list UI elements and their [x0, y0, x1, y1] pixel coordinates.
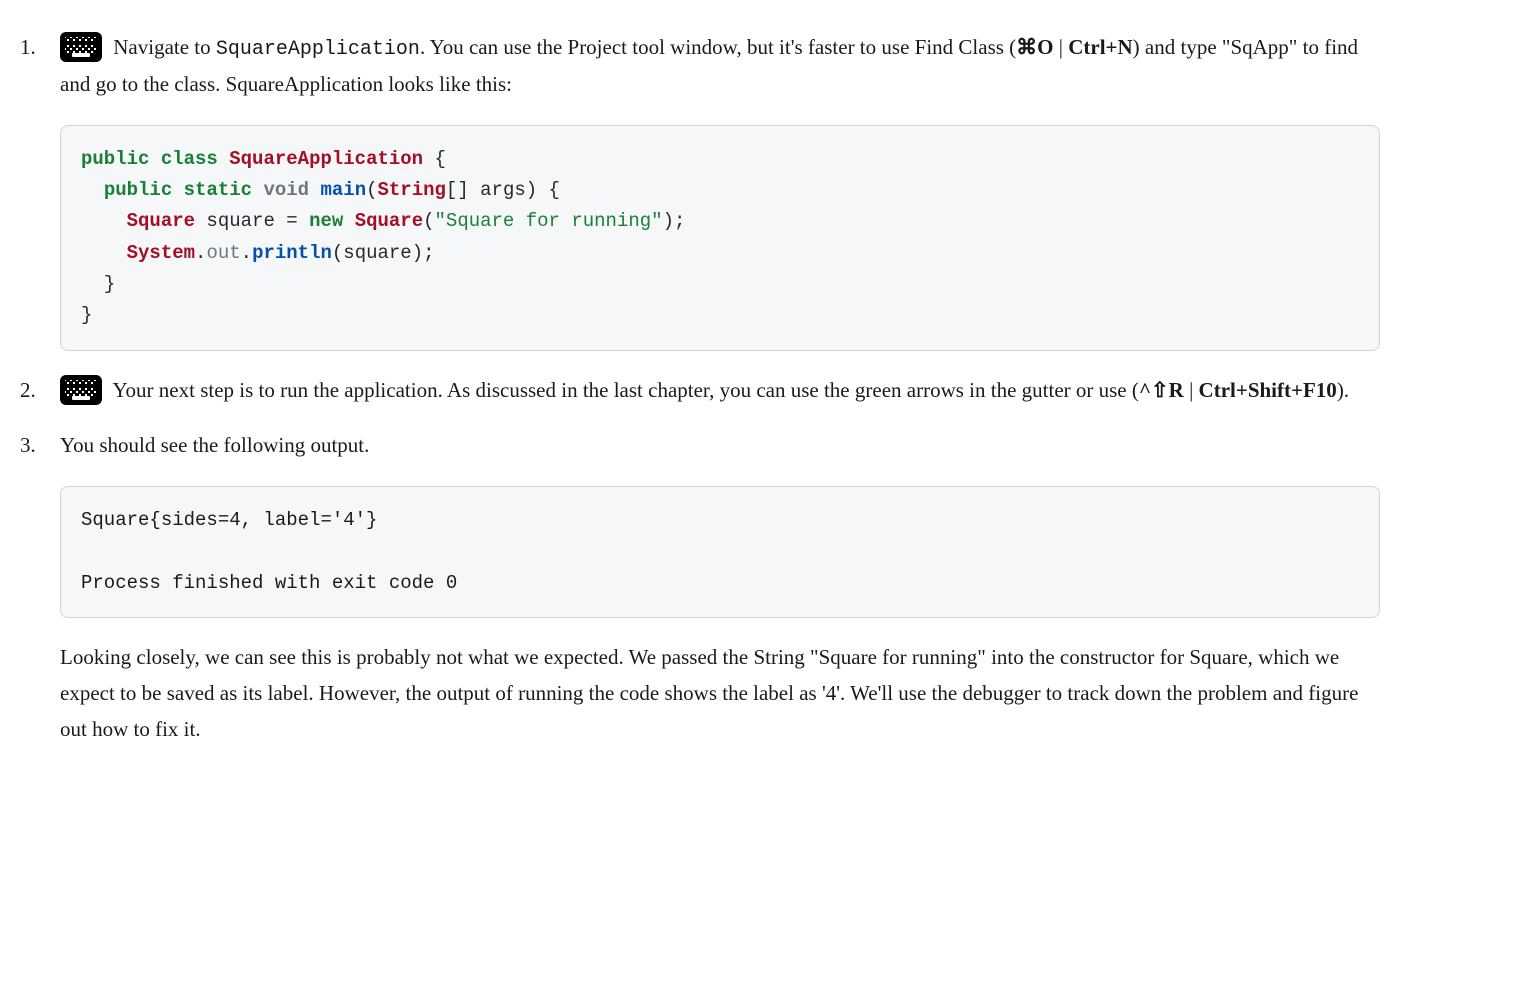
punc: [] [446, 179, 469, 201]
class: SquareApplication [229, 148, 423, 170]
text: . You can use the Project tool window, b… [420, 35, 1016, 59]
punc: ) [526, 179, 537, 201]
step-1-text: Navigate to SquareApplication. You can u… [60, 35, 1358, 96]
kw: static [184, 179, 252, 201]
output-line: Square{sides=4, label='4'} [81, 509, 377, 531]
punc: ; [674, 210, 685, 232]
punc: } [104, 273, 115, 295]
var: square [195, 210, 286, 232]
indent [81, 210, 127, 232]
text: Your next step is to run the application… [112, 378, 1138, 402]
code-block-output: Square{sides=4, label='4'} Process finis… [60, 486, 1380, 618]
win-shortcut: Ctrl+Shift+F10 [1199, 378, 1337, 402]
code-block-java: public class SquareApplication { public … [60, 125, 1380, 351]
sep: | [1054, 35, 1069, 59]
var: square [343, 242, 411, 264]
kw: class [161, 148, 218, 170]
string: "Square for running" [435, 210, 663, 232]
punc: { [537, 179, 560, 201]
class-name-code: SquareApplication [216, 38, 420, 61]
fn: main [320, 179, 366, 201]
member: out [206, 242, 240, 264]
punc: ( [366, 179, 377, 201]
class: Square [127, 210, 195, 232]
step-3-text: You should see the following output. [60, 433, 369, 457]
step-1: Navigate to SquareApplication. You can u… [20, 30, 1380, 351]
kw: public [104, 179, 172, 201]
step-2: Your next step is to run the application… [20, 373, 1380, 409]
punc: ) [412, 242, 423, 264]
punc: ( [332, 242, 343, 264]
step-2-text: Your next step is to run the application… [112, 378, 1349, 402]
punc: . [195, 242, 206, 264]
punc: ( [423, 210, 434, 232]
type: void [263, 179, 309, 201]
type: String [378, 179, 446, 201]
keyboard-icon [60, 375, 102, 405]
text: Navigate to [113, 35, 216, 59]
punc: ) [663, 210, 674, 232]
output-line: Process finished with exit code 0 [81, 572, 457, 594]
numbered-steps: Navigate to SquareApplication. You can u… [20, 30, 1380, 747]
explanation-paragraph: Looking closely, we can see this is prob… [60, 640, 1380, 747]
indent [81, 179, 104, 201]
punc: = [286, 210, 297, 232]
win-shortcut: Ctrl+N [1068, 35, 1132, 59]
punc: } [81, 304, 92, 326]
fn: println [252, 242, 332, 264]
var: args [469, 179, 526, 201]
punc: { [423, 148, 446, 170]
indent [81, 273, 104, 295]
mac-shortcut: ^⇧R [1139, 378, 1184, 402]
sep: | [1184, 378, 1199, 402]
keyboard-icon [60, 32, 102, 62]
punc: . [241, 242, 252, 264]
class: Square [355, 210, 423, 232]
kw: new [309, 210, 343, 232]
indent [81, 242, 127, 264]
step-3: You should see the following output. Squ… [20, 428, 1380, 747]
kw: public [81, 148, 149, 170]
text: ). [1337, 378, 1349, 402]
punc: ; [423, 242, 434, 264]
class: System [127, 242, 195, 264]
mac-shortcut: ⌘O [1016, 35, 1053, 59]
